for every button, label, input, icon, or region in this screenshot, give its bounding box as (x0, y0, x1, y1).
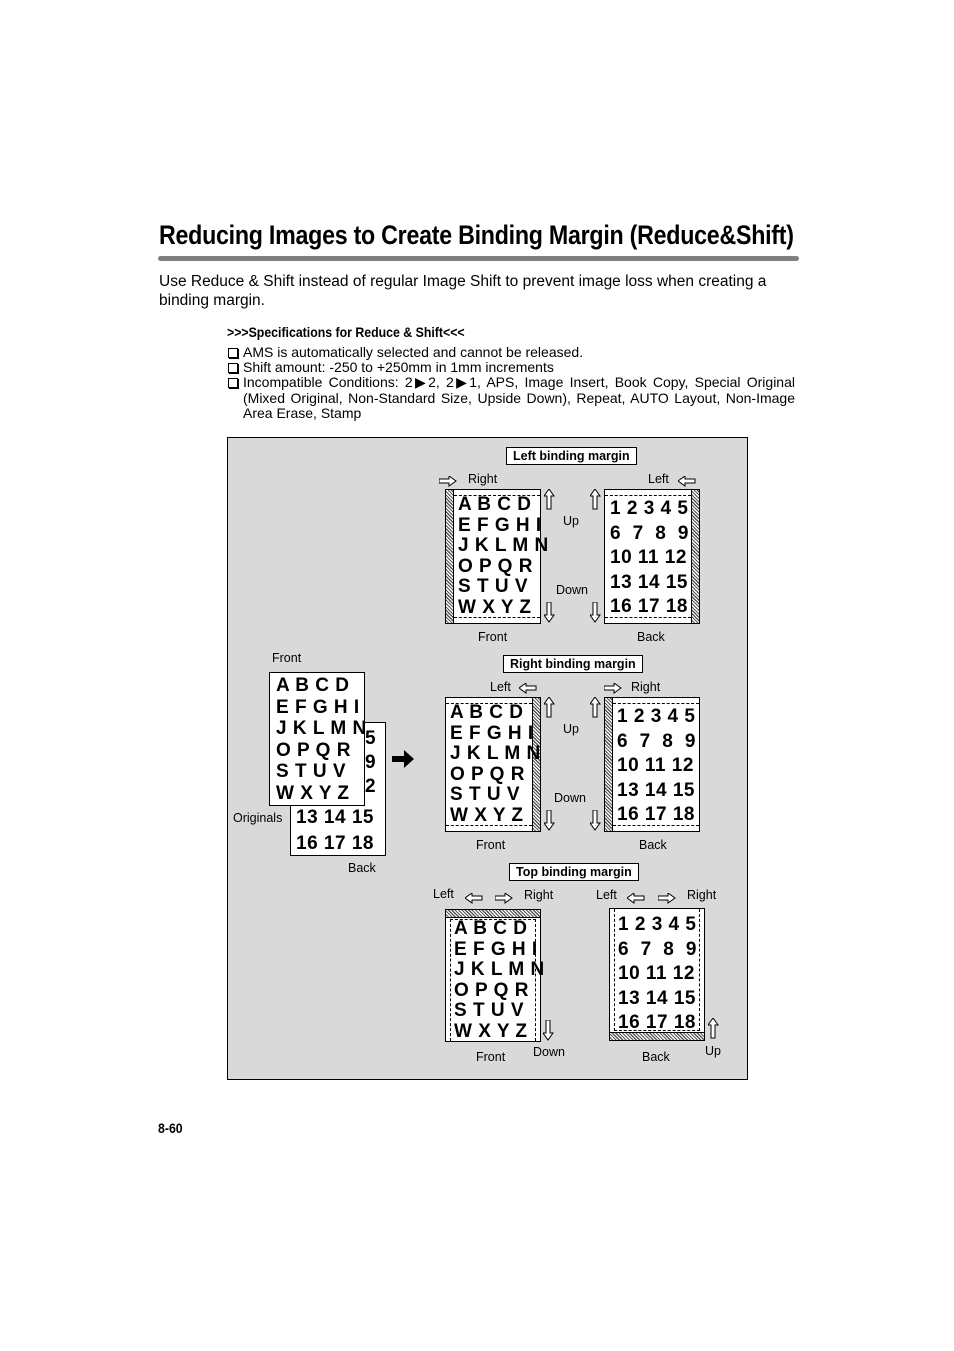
arrow-up-icon (708, 1018, 719, 1039)
intro-paragraph: Use Reduce & Shift instead of regular Im… (159, 273, 767, 309)
up-label: Up (563, 514, 579, 528)
arrow-left-icon (627, 893, 645, 904)
left-label: Left (433, 887, 454, 901)
numbers-grid: 1 2 3 4 56 7 8 9 10 11 12 13 14 15 16 17 18 (618, 914, 697, 1034)
down-label: Down (556, 583, 588, 597)
title-rule (158, 256, 799, 261)
arrow-right-solid-icon (392, 750, 414, 768)
arrow-left-icon (519, 683, 537, 694)
arrow-up-icon (590, 489, 601, 510)
letters-grid: A B C DE F G H IJ K L M NO P Q RS T U VW… (458, 494, 549, 618)
binding-hatch (605, 698, 613, 831)
arrow-right-icon (658, 893, 676, 904)
direction-label: Right (631, 680, 661, 694)
front-label: Front (478, 630, 508, 644)
down-label: Down (533, 1045, 565, 1059)
arrow-down-icon (590, 810, 601, 831)
originals-label: Originals (233, 811, 283, 825)
letters-grid: A B C DE F G H IJ K L M NO P Q RS T U VW… (454, 918, 545, 1042)
spec-item: AMS is automatically selected and cannot… (227, 344, 795, 360)
up-label: Up (563, 722, 579, 736)
down-label: Down (554, 791, 586, 805)
back-label: Back (639, 838, 667, 852)
arrow-up-icon (590, 697, 601, 718)
front-label: Front (476, 1050, 506, 1064)
direction-label: Right (468, 472, 498, 486)
arrow-left-icon (465, 893, 483, 904)
letters-grid: A B C DE F G H IJ K L M NO P Q RS T U VW… (450, 702, 541, 826)
left-back-page: 1 2 3 4 56 7 8 9 10 11 12 13 14 15 16 17 18 (604, 489, 700, 624)
right-binding-label: Right binding margin (503, 655, 643, 673)
front-label: Front (476, 838, 506, 852)
front-rows: A B C DE F G H IJ K L M NO P Q RS T U VW… (276, 675, 367, 804)
up-label: Up (705, 1044, 721, 1058)
specs-heading: >>>Specifications for Reduce & Shift<<< (227, 324, 465, 340)
back-label: Back (642, 1050, 670, 1064)
binding-hatch (691, 490, 699, 623)
top-front-page: A B C DE F G H IJ K L M NO P Q RS T U VW… (445, 909, 544, 1042)
arrow-right-icon (439, 476, 457, 487)
checkbox-bullet-icon (228, 363, 238, 374)
spec-item: Incompatible Conditions: 2▶2, 2▶1, APS, … (227, 375, 795, 421)
arrow-down-icon (544, 810, 555, 831)
right-back-page: 1 2 3 4 56 7 8 9 10 11 12 13 14 15 16 17 18 (604, 697, 700, 832)
right-front-page: A B C DE F G H IJ K L M NO P Q RS T U VW… (445, 697, 541, 832)
arrow-down-icon (590, 602, 601, 623)
back-rows: 13 14 15 16 17 18 (296, 807, 374, 854)
arrow-up-icon (544, 697, 555, 718)
direction-label: Left (648, 472, 669, 486)
left-label: Left (596, 888, 617, 902)
binding-margin-diagram: Front 592 13 14 15 16 17 18 A B C DE F G … (227, 437, 748, 1080)
spec-item: Shift amount: -250 to +250mm in 1mm incr… (227, 360, 795, 375)
right-label: Right (687, 888, 717, 902)
originals-back-label: Back (348, 861, 376, 875)
binding-hatch (446, 910, 540, 918)
arrow-up-icon (544, 489, 555, 510)
right-label: Right (524, 888, 554, 902)
arrow-down-icon (544, 602, 555, 623)
numbers-grid: 1 2 3 4 56 7 8 9 10 11 12 13 14 15 16 17 18 (610, 498, 689, 618)
top-back-page: 1 2 3 4 56 7 8 9 10 11 12 13 14 15 16 17 18 (609, 908, 705, 1041)
left-binding-label: Left binding margin (506, 447, 637, 465)
arrow-right-icon (495, 893, 513, 904)
arrow-down-icon (543, 1020, 554, 1041)
direction-label: Left (490, 680, 511, 694)
specs-list: AMS is automatically selected and cannot… (227, 344, 795, 421)
left-front-page: A B C DE F G H IJ K L M NO P Q RS T U VW… (445, 489, 548, 624)
back-label: Back (637, 630, 665, 644)
original-front-page: A B C DE F G H IJ K L M NO P Q RS T U VW… (269, 672, 367, 806)
originals-front-label: Front (272, 651, 302, 665)
arrow-right-icon (604, 683, 622, 694)
arrow-left-icon (678, 476, 696, 487)
checkbox-bullet-icon (228, 348, 238, 358)
binding-hatch (446, 490, 454, 623)
checkbox-bullet-icon (228, 378, 238, 389)
page-number: 8-60 (158, 1120, 183, 1136)
numbers-grid: 1 2 3 4 56 7 8 9 10 11 12 13 14 15 16 17 18 (617, 706, 696, 826)
top-binding-label: Top binding margin (509, 863, 639, 881)
page-title: Reducing Images to Create Binding Margin… (159, 220, 794, 250)
